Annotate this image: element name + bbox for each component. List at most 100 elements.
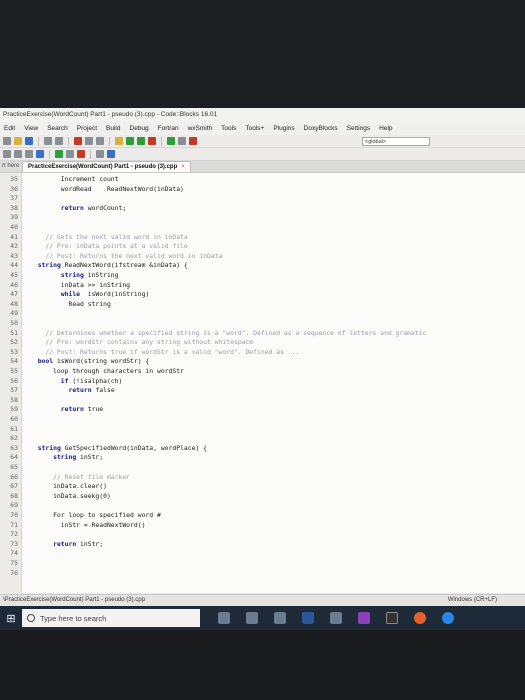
code-line[interactable]: 52 // Pre: wordStr contains any string w… bbox=[0, 338, 525, 348]
redo-icon[interactable] bbox=[55, 137, 63, 145]
arrow-left-icon[interactable] bbox=[66, 150, 74, 158]
code-line[interactable]: 56 if (!isalpha(ch) bbox=[0, 377, 525, 387]
code-line[interactable]: 61 bbox=[0, 425, 525, 435]
code-line[interactable]: 51 // Determines whether a specified str… bbox=[0, 329, 525, 339]
edge-icon[interactable] bbox=[442, 612, 454, 624]
code-line[interactable]: 46 inData >> inString bbox=[0, 281, 525, 291]
code-line[interactable]: 58 bbox=[0, 396, 525, 406]
task-view-icon[interactable] bbox=[246, 612, 258, 624]
steam-icon[interactable] bbox=[274, 612, 286, 624]
code-line[interactable]: 54 bool isWord(string wordStr) { bbox=[0, 357, 525, 367]
code-line[interactable]: 50 bbox=[0, 319, 525, 329]
copy-icon[interactable] bbox=[85, 137, 93, 145]
run-icon[interactable] bbox=[126, 137, 134, 145]
nox-icon[interactable] bbox=[386, 612, 398, 624]
code-editor[interactable]: 35 Increment count 36 wordRead ReadNextWo… bbox=[0, 173, 525, 593]
save-icon[interactable] bbox=[25, 137, 33, 145]
monitor-bezel-bottom bbox=[0, 630, 525, 700]
bookmark-icon[interactable] bbox=[25, 150, 33, 158]
code-line[interactable]: 42 // Pre: inData points at a valid file bbox=[0, 242, 525, 252]
code-line[interactable]: 45 string inString bbox=[0, 271, 525, 281]
code-text: bool isWord(string wordStr) { bbox=[37, 357, 150, 366]
code-line[interactable]: 65 bbox=[0, 463, 525, 473]
breakpoint-icon[interactable] bbox=[77, 150, 85, 158]
code-line[interactable]: 49 bbox=[0, 309, 525, 319]
code-line[interactable]: 36 wordRead ReadNextWord(inData) bbox=[0, 185, 525, 195]
open-folder-icon[interactable] bbox=[14, 137, 22, 145]
opera-icon[interactable] bbox=[414, 612, 426, 624]
code-line[interactable]: 43 // Post: Returns the next valid word … bbox=[0, 252, 525, 262]
close-icon[interactable]: × bbox=[181, 162, 185, 172]
menu-item-debug[interactable]: Debug bbox=[130, 122, 149, 135]
code-line[interactable]: 64 string inStr; bbox=[0, 453, 525, 463]
code-line[interactable]: 55 loop through characters in wordStr bbox=[0, 367, 525, 377]
menu-item-wxsmith[interactable]: wxSmith bbox=[188, 122, 213, 135]
menu-item-build[interactable]: Build bbox=[106, 122, 120, 135]
code-line[interactable]: 38 return wordCount; bbox=[0, 204, 525, 214]
search-icon[interactable] bbox=[107, 150, 115, 158]
code-line[interactable]: 37 bbox=[0, 194, 525, 204]
jump-back-icon[interactable] bbox=[3, 150, 11, 158]
code-line[interactable]: 48 Read string bbox=[0, 300, 525, 310]
comment-icon[interactable] bbox=[14, 150, 22, 158]
menu-item-search[interactable]: Search bbox=[47, 122, 68, 135]
code-line[interactable]: 63 string GetSpecifiedWord(inData, wordP… bbox=[0, 444, 525, 454]
code-line[interactable]: 66 // Reset file marker bbox=[0, 473, 525, 483]
code-line[interactable]: 59 return true bbox=[0, 405, 525, 415]
code-line[interactable]: 71 inStr = ReadNextWord() bbox=[0, 521, 525, 531]
menu-item-view[interactable]: View bbox=[24, 122, 38, 135]
code-line[interactable]: 68 inData.seekg(0) bbox=[0, 492, 525, 502]
cut-icon[interactable] bbox=[74, 137, 82, 145]
code-line[interactable]: 74 bbox=[0, 549, 525, 559]
debug-play-icon[interactable] bbox=[167, 137, 175, 145]
code-line[interactable]: 73 return inStr; bbox=[0, 540, 525, 550]
menu-item-help[interactable]: Help bbox=[379, 122, 392, 135]
menu-item-edit[interactable]: Edit bbox=[4, 122, 15, 135]
menu-item-tools[interactable]: Tools bbox=[221, 122, 236, 135]
code-line[interactable]: 72 bbox=[0, 530, 525, 540]
menu-item-fortran[interactable]: Fortran bbox=[158, 122, 179, 135]
windows-start-icon[interactable]: ⊞ bbox=[0, 606, 22, 630]
line-number: 35 bbox=[10, 175, 18, 183]
highlight-icon[interactable] bbox=[36, 150, 44, 158]
code-line[interactable]: 70 For loop to specified word # bbox=[0, 511, 525, 521]
onenote-icon[interactable] bbox=[358, 612, 370, 624]
microphone-icon[interactable] bbox=[218, 612, 230, 624]
new-file-icon[interactable] bbox=[3, 137, 11, 145]
abort-icon[interactable] bbox=[148, 137, 156, 145]
code-line[interactable]: 40 bbox=[0, 223, 525, 233]
start-here-tab[interactable]: rt here bbox=[0, 161, 22, 172]
match-case-icon[interactable] bbox=[96, 150, 104, 158]
code-line[interactable]: 53 // Post: Returns true if wordStr is a… bbox=[0, 348, 525, 358]
build-and-run-icon[interactable] bbox=[137, 137, 145, 145]
code-line[interactable]: 47 while isWord(inString) bbox=[0, 290, 525, 300]
code-line[interactable]: 69 bbox=[0, 501, 525, 511]
stop-debug-icon[interactable] bbox=[189, 137, 197, 145]
menu-item-project[interactable]: Project bbox=[77, 122, 97, 135]
code-line[interactable]: 62 bbox=[0, 434, 525, 444]
menu-item-tools-[interactable]: Tools+ bbox=[245, 122, 264, 135]
menu-item-settings[interactable]: Settings bbox=[347, 122, 371, 135]
code-line[interactable]: 75 bbox=[0, 559, 525, 569]
undo-icon[interactable] bbox=[44, 137, 52, 145]
code-line[interactable]: 67 inData.clear() bbox=[0, 482, 525, 492]
code-text: string GetSpecifiedWord(inData, wordPlac… bbox=[37, 443, 208, 452]
code-line[interactable]: 44 string ReadNextWord(ifstream &inData)… bbox=[0, 261, 525, 271]
code-line[interactable]: 35 Increment count bbox=[0, 175, 525, 185]
code-line[interactable]: 76 bbox=[0, 569, 525, 579]
menu-item-plugins[interactable]: Plugins bbox=[273, 122, 294, 135]
tab-pseudo-cpp[interactable]: PracticeExercise(WordCount) Part1 - pseu… bbox=[22, 161, 191, 172]
paste-icon[interactable] bbox=[96, 137, 104, 145]
word-icon[interactable] bbox=[302, 612, 314, 624]
step-icon[interactable] bbox=[178, 137, 186, 145]
menu-item-doxyblocks[interactable]: DoxyBlocks bbox=[304, 122, 338, 135]
code-line[interactable]: 57 return false bbox=[0, 386, 525, 396]
build-gear-icon[interactable] bbox=[115, 137, 123, 145]
code-line[interactable]: 41 // Gets the next valid word in inData bbox=[0, 233, 525, 243]
arrow-right-icon[interactable] bbox=[55, 150, 63, 158]
photos-icon[interactable] bbox=[330, 612, 342, 624]
taskbar-search-input[interactable]: Type here to search bbox=[22, 609, 200, 627]
code-line[interactable]: 60 bbox=[0, 415, 525, 425]
scope-select[interactable]: <global> bbox=[362, 136, 430, 146]
code-line[interactable]: 39 bbox=[0, 213, 525, 223]
